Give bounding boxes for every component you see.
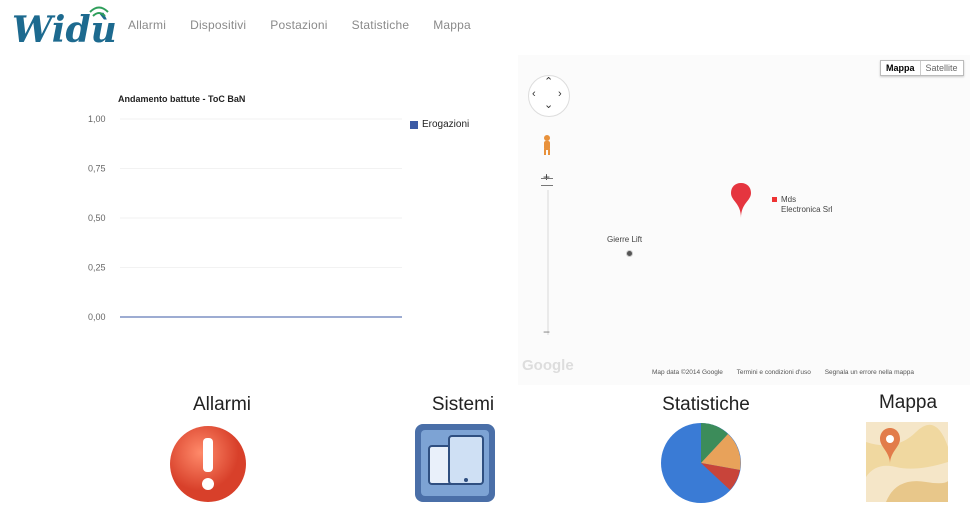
zoom-out-button[interactable]: −	[543, 325, 550, 339]
pan-control[interactable]: ⌃ ‹ › ⌄	[528, 75, 570, 117]
y-tick-label: 0,75	[88, 164, 106, 174]
main-nav: Allarmi Dispositivi Postazioni Statistic…	[128, 18, 495, 32]
y-tick-label: 0,25	[88, 263, 106, 273]
pie-chart-icon[interactable]	[660, 422, 742, 504]
zoom-slider-handle[interactable]	[541, 178, 553, 186]
nav-statistiche[interactable]: Statistiche	[352, 18, 410, 32]
tile-label-statistiche[interactable]: Statistiche	[636, 394, 776, 416]
map-terms-link[interactable]: Termini e condizioni d'uso	[737, 369, 811, 376]
map-footer: Map data ©2014 Google Termini e condizio…	[652, 369, 926, 376]
tile-label-allarmi[interactable]: Allarmi	[152, 394, 292, 416]
chart-title: Andamento battute - ToC BaN	[118, 94, 246, 104]
nav-postazioni[interactable]: Postazioni	[270, 18, 327, 32]
pegman-icon[interactable]	[541, 134, 553, 156]
nav-dispositivi[interactable]: Dispositivi	[190, 18, 246, 32]
alarm-icon[interactable]	[168, 424, 248, 504]
place-mds-line2: Electronica Srl	[781, 205, 833, 214]
pan-left-icon[interactable]: ‹	[532, 89, 536, 100]
map-type-control: Mappa Satellite	[880, 60, 964, 76]
chart-legend: Erogazioni	[410, 119, 469, 130]
pan-up-icon[interactable]: ⌃	[544, 77, 553, 88]
y-tick-label: 0,50	[88, 213, 106, 223]
tile-label-mappa[interactable]: Mappa	[838, 392, 970, 414]
nav-allarmi[interactable]: Allarmi	[128, 18, 166, 32]
place-mds[interactable]: Mds Electronica Srl	[772, 195, 833, 215]
place-mds-line1: Mds	[781, 195, 797, 204]
widu-logo[interactable]: Widù	[10, 6, 120, 51]
y-tick-label: 0,00	[88, 312, 106, 322]
tile-label-sistemi[interactable]: Sistemi	[393, 394, 533, 416]
map-data-attribution: Map data ©2014 Google	[652, 369, 723, 376]
place-marker-icon	[772, 197, 777, 203]
map-type-satellite[interactable]: Satellite	[919, 61, 963, 75]
map-report-link[interactable]: Segnala un errore nella mappa	[825, 369, 914, 376]
y-tick-label: 1,00	[88, 114, 106, 124]
legend-swatch	[410, 120, 418, 129]
line-chart: 1,00 0,75 0,50 0,25 0,00	[88, 114, 402, 322]
place-gierre-label[interactable]: Gierre Lift	[607, 235, 642, 244]
map-icon[interactable]	[866, 422, 948, 502]
logo-icon: Widù	[12, 6, 117, 51]
pan-down-icon[interactable]: ⌄	[544, 100, 553, 111]
legend-label: Erogazioni	[422, 119, 470, 130]
devices-icon[interactable]	[415, 424, 495, 502]
logo-text: Widù	[12, 9, 117, 50]
map-canvas[interactable]	[518, 55, 970, 385]
zoom-slider-track[interactable]	[547, 190, 549, 335]
map-marker-icon[interactable]	[731, 183, 751, 219]
google-logo: Google	[522, 357, 574, 374]
map-type-mappa[interactable]: Mappa	[881, 61, 920, 75]
place-gierre-dot-icon[interactable]	[626, 250, 633, 257]
nav-mappa[interactable]: Mappa	[433, 18, 471, 32]
pan-right-icon[interactable]: ›	[558, 89, 562, 100]
